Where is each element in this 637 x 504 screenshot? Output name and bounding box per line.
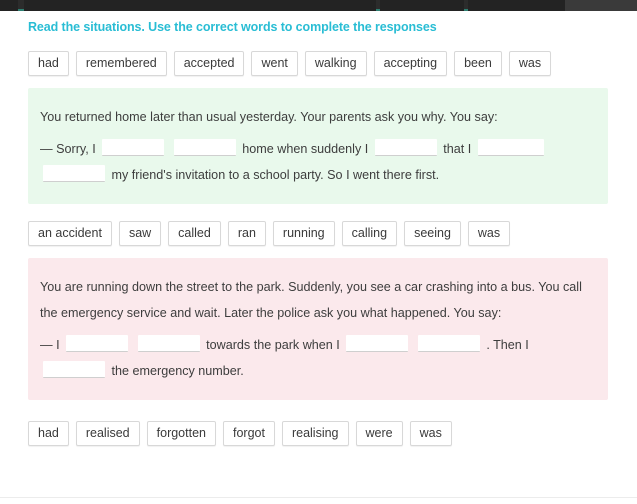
situation-block-1: You returned home later than usual yeste…	[28, 88, 608, 204]
exercise-page: Read the situations. Use the correct wor…	[0, 13, 637, 446]
situation-prompt: You are running down the street to the p…	[40, 280, 582, 320]
task-instruction-heading: Read the situations. Use the correct wor…	[28, 20, 437, 34]
situation-prompt: You returned home later than usual yeste…	[40, 110, 498, 124]
word-chip[interactable]: walking	[304, 51, 367, 76]
chrome-tab-3[interactable]	[380, 0, 464, 11]
page-bottom-divider	[0, 497, 637, 498]
answer-text-segment: — I	[40, 338, 60, 352]
answer-blank-4[interactable]	[477, 139, 544, 156]
word-bank-2: an accident saw called ran running calli…	[0, 221, 637, 246]
word-chip[interactable]: had	[28, 421, 69, 446]
answer-blank-1[interactable]	[66, 335, 129, 352]
word-bank-3: had realised forgotten forgot realising …	[0, 421, 637, 446]
word-chip[interactable]: accepted	[173, 51, 245, 76]
word-chip[interactable]: an accident	[28, 221, 112, 246]
answer-blank-3[interactable]	[374, 139, 437, 156]
word-chip[interactable]: realised	[75, 421, 140, 446]
word-chip[interactable]: saw	[118, 221, 162, 246]
answer-blank-5[interactable]	[43, 165, 105, 182]
word-chip[interactable]: realising	[281, 421, 349, 446]
word-chip[interactable]: were	[355, 421, 403, 446]
answer-blank-2[interactable]	[137, 335, 200, 352]
word-chip[interactable]: had	[28, 51, 69, 76]
word-chip[interactable]: was	[508, 51, 552, 76]
answer-text-segment: my friend's invitation to a school party…	[111, 168, 440, 182]
answer-blank-3[interactable]	[346, 335, 409, 352]
chrome-tab-1[interactable]	[0, 0, 18, 11]
word-chip[interactable]: was	[467, 221, 511, 246]
situation-answer: — Sorry, I home when suddenly I that I m…	[40, 136, 590, 188]
answer-text-segment: home when suddenly I	[242, 142, 369, 156]
word-chip[interactable]: running	[272, 221, 335, 246]
word-chip[interactable]: been	[454, 51, 502, 76]
browser-chrome-bar	[0, 0, 637, 11]
answer-blank-1[interactable]	[102, 139, 165, 156]
word-chip[interactable]: seeing	[404, 221, 461, 246]
chrome-toolbar-right[interactable]	[565, 0, 637, 11]
word-chip[interactable]: forgot	[222, 421, 275, 446]
answer-text-segment: towards the park when I	[206, 338, 340, 352]
answer-blank-4[interactable]	[417, 335, 480, 352]
word-chip[interactable]: calling	[341, 221, 398, 246]
word-chip[interactable]: forgotten	[146, 421, 216, 446]
word-bank-1: had remembered accepted went walking acc…	[0, 51, 637, 76]
situation-answer: — I towards the park when I . Then I the…	[40, 332, 590, 384]
answer-text-segment: the emergency number.	[111, 364, 244, 378]
situation-block-2: You are running down the street to the p…	[28, 258, 608, 400]
word-chip[interactable]: ran	[227, 221, 266, 246]
chrome-tab-4[interactable]	[468, 0, 565, 11]
word-chip[interactable]: remembered	[75, 51, 167, 76]
chrome-tab-2[interactable]	[24, 0, 376, 11]
answer-blank-2[interactable]	[173, 139, 236, 156]
answer-text-segment: . Then I	[486, 338, 529, 352]
answer-text-segment: — Sorry, I	[40, 142, 96, 156]
word-chip[interactable]: went	[251, 51, 298, 76]
word-chip[interactable]: was	[409, 421, 452, 446]
word-chip[interactable]: called	[168, 221, 221, 246]
word-chip[interactable]: accepting	[373, 51, 448, 76]
answer-blank-5[interactable]	[43, 361, 105, 378]
answer-text-segment: that I	[443, 142, 472, 156]
